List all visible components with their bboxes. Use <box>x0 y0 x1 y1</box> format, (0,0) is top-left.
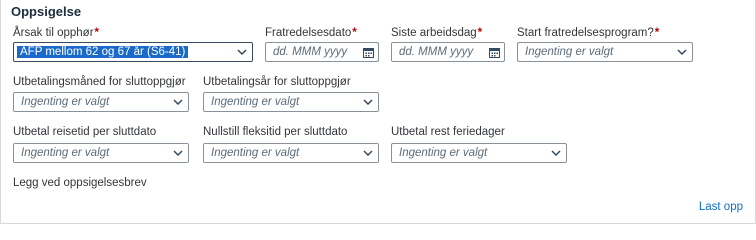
release-date-label: Fratredelsesdato* <box>265 27 357 39</box>
cause-value: AFP mellom 62 og 67 år (S6-41) <box>17 46 189 58</box>
travel-days-select[interactable]: Ingenting er valgt <box>13 143 189 163</box>
chevron-down-icon[interactable] <box>358 144 378 162</box>
last-workday-input[interactable]: dd. MMM yyyy <box>391 42 505 62</box>
program-start-label: Start fratredelsesprogram?* <box>517 27 660 39</box>
last-workday-placeholder: dd. MMM yyyy <box>399 46 474 58</box>
payout-month-select[interactable]: Ingenting er valgt <box>13 92 189 112</box>
chevron-down-icon[interactable] <box>232 43 252 61</box>
required-marker: * <box>477 27 483 39</box>
program-start-value: Ingenting er valgt <box>525 46 614 58</box>
upload-link[interactable]: Last opp <box>699 201 743 213</box>
flex-reset-label: Nullstill fleksitid per sluttdato <box>203 126 348 138</box>
flex-reset-value: Ingenting er valgt <box>211 147 300 159</box>
vacation-rest-label: Utbetal rest feriedager <box>391 126 505 138</box>
payout-year-value: Ingenting er valgt <box>211 96 300 108</box>
cause-select[interactable]: AFP mellom 62 og 67 år (S6-41) <box>13 42 253 62</box>
chevron-down-icon[interactable] <box>168 144 188 162</box>
chevron-down-icon[interactable] <box>546 144 566 162</box>
program-start-select[interactable]: Ingenting er valgt <box>517 42 693 62</box>
payout-month-label: Utbetalingsmåned for sluttoppgjør <box>13 76 186 88</box>
flex-reset-select[interactable]: Ingenting er valgt <box>203 143 379 163</box>
required-marker: * <box>352 27 357 39</box>
release-date-placeholder: dd. MMM yyyy <box>273 46 348 58</box>
chevron-down-icon[interactable] <box>168 93 188 111</box>
calendar-icon[interactable] <box>358 43 378 61</box>
travel-days-label: Utbetal reisetid per sluttdato <box>13 126 157 138</box>
cause-label: Årsak til opphør* <box>13 27 100 39</box>
attach-letter-label: Legg ved oppsigelsesbrev <box>13 177 147 189</box>
calendar-icon[interactable] <box>484 43 504 61</box>
section-title: Oppsigelse <box>11 4 82 19</box>
vacation-rest-select[interactable]: Ingenting er valgt <box>391 143 567 163</box>
payout-year-select[interactable]: Ingenting er valgt <box>203 92 379 112</box>
travel-days-value: Ingenting er valgt <box>21 147 110 159</box>
required-marker: * <box>94 27 100 39</box>
payout-month-value: Ingenting er valgt <box>21 96 110 108</box>
chevron-down-icon[interactable] <box>358 93 378 111</box>
release-date-input[interactable]: dd. MMM yyyy <box>265 42 379 62</box>
last-workday-label: Siste arbeidsdag* <box>391 27 483 39</box>
termination-panel: Oppsigelse Årsak til opphør* AFP mellom … <box>0 0 756 224</box>
payout-year-label: Utbetalingsår for sluttoppgjør <box>203 76 351 88</box>
vacation-rest-value: Ingenting er valgt <box>399 147 488 159</box>
required-marker: * <box>654 27 660 39</box>
chevron-down-icon[interactable] <box>672 43 692 61</box>
